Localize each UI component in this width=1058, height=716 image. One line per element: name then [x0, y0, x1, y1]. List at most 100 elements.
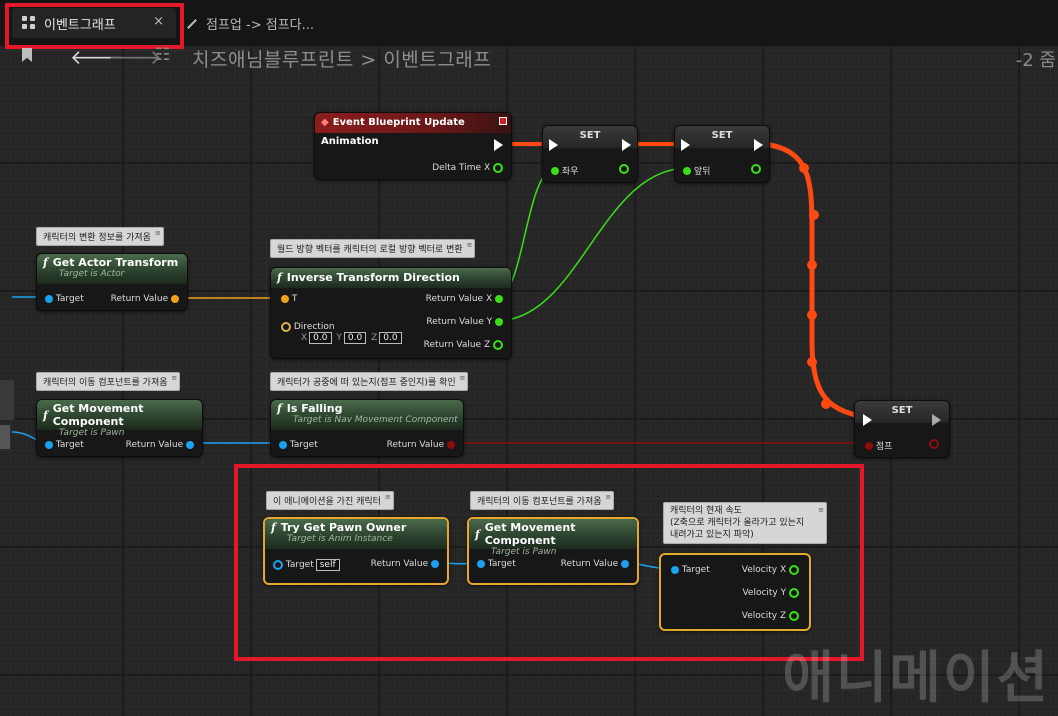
- comment-text: 캐릭터의 변환 정보를 가져옴: [43, 233, 151, 243]
- exec-wire: [763, 141, 869, 421]
- node-subtitle: Target is Anim Instance: [287, 534, 393, 544]
- direction-z-field[interactable]: 0.0: [379, 332, 402, 344]
- float-pin[interactable]: [495, 295, 503, 303]
- pin-label: Delta Time X: [432, 163, 491, 173]
- node-set-lr[interactable]: SET 좌우: [542, 125, 638, 183]
- object-pin[interactable]: [273, 560, 283, 570]
- object-pin[interactable]: [477, 560, 485, 568]
- pin-label: 점프: [875, 442, 893, 452]
- wire-knot: [807, 260, 817, 270]
- direction-y-field[interactable]: 0.0: [343, 332, 367, 344]
- comment-text: 내려가고 있는지 파악): [670, 530, 754, 540]
- node-set-jump[interactable]: SET 점프: [854, 400, 950, 458]
- node-get-velocity[interactable]: Target Velocity X Velocity Y Velocity Z: [659, 553, 811, 631]
- watermark-text: 애니메이션: [782, 646, 1050, 711]
- wire-knot: [821, 399, 831, 409]
- float-pin[interactable]: [789, 565, 799, 575]
- pin-label: Return Value Y: [426, 317, 493, 327]
- comment-bubble[interactable]: 캐릭터의 현재 속도 (Z축으로 캐릭터가 올라가고 있는지 내려가고 있는지 파악…: [663, 502, 827, 544]
- comment-bubble[interactable]: 캐릭터의 이동 컴포넌트를 가져옴 ≡: [470, 491, 615, 510]
- exec-pin-icon[interactable]: [681, 139, 690, 151]
- comment-text: 이 애니메이션을 가진 캐릭터: [273, 497, 381, 507]
- function-icon: f: [271, 521, 276, 534]
- function-icon: f: [43, 256, 48, 269]
- pin-label: Velocity Z: [741, 611, 787, 621]
- comment-bubble[interactable]: 캐릭터의 이동 컴포넌트를 가져옴 ≡: [36, 372, 181, 391]
- event-stop-icon: [499, 117, 507, 125]
- object-pin[interactable]: [671, 566, 679, 574]
- node-get-actor-transform[interactable]: f Get Actor Transform Target is Actor Targ…: [36, 253, 188, 311]
- pin-label: Return Value: [386, 440, 445, 450]
- pin-label: Return Value: [110, 294, 169, 304]
- z-label: Z: [371, 333, 378, 343]
- float-pin[interactable]: [551, 166, 559, 175]
- node-subtitle: Target is Pawn: [59, 428, 125, 438]
- node-is-falling[interactable]: f Is Falling Target is Nav Movement Compon…: [270, 399, 464, 457]
- float-pin[interactable]: [789, 611, 799, 621]
- object-pin[interactable]: [431, 560, 439, 568]
- object-pin[interactable]: [186, 441, 194, 449]
- event-icon: ◆: [321, 117, 329, 128]
- pin-label: Return Value: [125, 440, 184, 450]
- vector-pin[interactable]: [171, 295, 179, 303]
- comment-bubble[interactable]: 캐릭터가 공중에 떠 있는지(점프 중인지)를 확인 ≡: [270, 372, 469, 391]
- vector-pin[interactable]: [281, 322, 291, 332]
- float-pin[interactable]: [683, 166, 691, 175]
- node-try-get-pawn-owner[interactable]: f Try Get Pawn Owner Target is Anim Instan…: [263, 517, 449, 585]
- function-icon: f: [475, 527, 480, 541]
- node-set-fb[interactable]: SET 앞뒤: [674, 125, 770, 183]
- exec-pin-icon[interactable]: [549, 139, 558, 151]
- float-pin[interactable]: [493, 340, 503, 350]
- node-title: Get Movement Component: [52, 402, 144, 428]
- node-get-movement-component[interactable]: f Get Movement Component Target is Pawn Ta…: [36, 399, 203, 457]
- function-icon: f: [43, 408, 48, 422]
- object-pin[interactable]: [279, 441, 287, 449]
- comment-text: 캐릭터가 공중에 떠 있는지(점프 중인지)를 확인: [277, 378, 456, 388]
- exec-pin-icon[interactable]: [863, 414, 872, 426]
- pin-label: Return Value: [560, 559, 619, 569]
- comment-text: 캐릭터의 이동 컴포넌트를 가져옴: [43, 378, 168, 388]
- bool-pin[interactable]: [865, 441, 873, 450]
- bool-pin[interactable]: [929, 439, 939, 449]
- node-title: Is Falling: [286, 402, 343, 415]
- exec-out-pin-icon[interactable]: [932, 414, 941, 426]
- object-pin[interactable]: [621, 560, 629, 568]
- bool-pin[interactable]: [447, 441, 455, 449]
- comment-text: 월드 방향 벡터를 캐릭터의 로컬 방향 벡터로 변환: [277, 245, 463, 255]
- node-event-update-animation[interactable]: ◆ Event Blueprint Update Animation Delta …: [314, 112, 512, 180]
- pin-label: 좌우: [561, 167, 579, 177]
- function-icon: f: [277, 402, 282, 415]
- wire-knot: [809, 210, 819, 220]
- node-title: Inverse Transform Direction: [286, 271, 460, 284]
- pin-label: Target: [681, 565, 710, 575]
- function-icon: f: [277, 271, 282, 284]
- object-pin[interactable]: [45, 295, 53, 303]
- wire-knot: [807, 357, 817, 367]
- exec-pin-icon[interactable]: [494, 139, 503, 151]
- exec-pin-icon[interactable]: [754, 139, 763, 151]
- comment-bubble[interactable]: 캐릭터의 변환 정보를 가져옴 ≡: [36, 227, 164, 246]
- pin-label: Velocity X: [741, 565, 787, 575]
- node-inverse-transform-direction[interactable]: f Inverse Transform Direction T Direction…: [270, 267, 512, 359]
- comment-text: 캐릭터의 현재 속도: [670, 506, 742, 516]
- float-pin[interactable]: [789, 588, 799, 598]
- pin-label: Direction: [293, 322, 335, 332]
- pin-label: 앞뒤: [693, 167, 711, 177]
- pin-label: Target: [289, 440, 318, 450]
- target-self-field[interactable]: self: [315, 559, 340, 571]
- float-pin[interactable]: [619, 164, 629, 174]
- float-pin[interactable]: [493, 163, 503, 173]
- object-pin[interactable]: [45, 441, 53, 449]
- node-title: Get Actor Transform: [52, 256, 179, 269]
- float-pin[interactable]: [495, 318, 503, 326]
- pin-label: Velocity Y: [742, 588, 787, 598]
- node-get-movement-component-2[interactable]: f Get Movement Component Target is Pawn Ta…: [467, 517, 639, 585]
- pin-label: Target: [487, 559, 516, 569]
- direction-x-field[interactable]: 0.0: [309, 332, 332, 344]
- comment-bubble[interactable]: 월드 방향 벡터를 캐릭터의 로컬 방향 벡터로 변환 ≡: [270, 239, 476, 258]
- comment-bubble[interactable]: 이 애니메이션을 가진 캐릭터 ≡: [266, 491, 394, 510]
- float-pin[interactable]: [751, 164, 761, 174]
- vector-pin[interactable]: [281, 295, 289, 303]
- exec-pin-icon[interactable]: [622, 139, 631, 151]
- x-label: X: [301, 333, 308, 343]
